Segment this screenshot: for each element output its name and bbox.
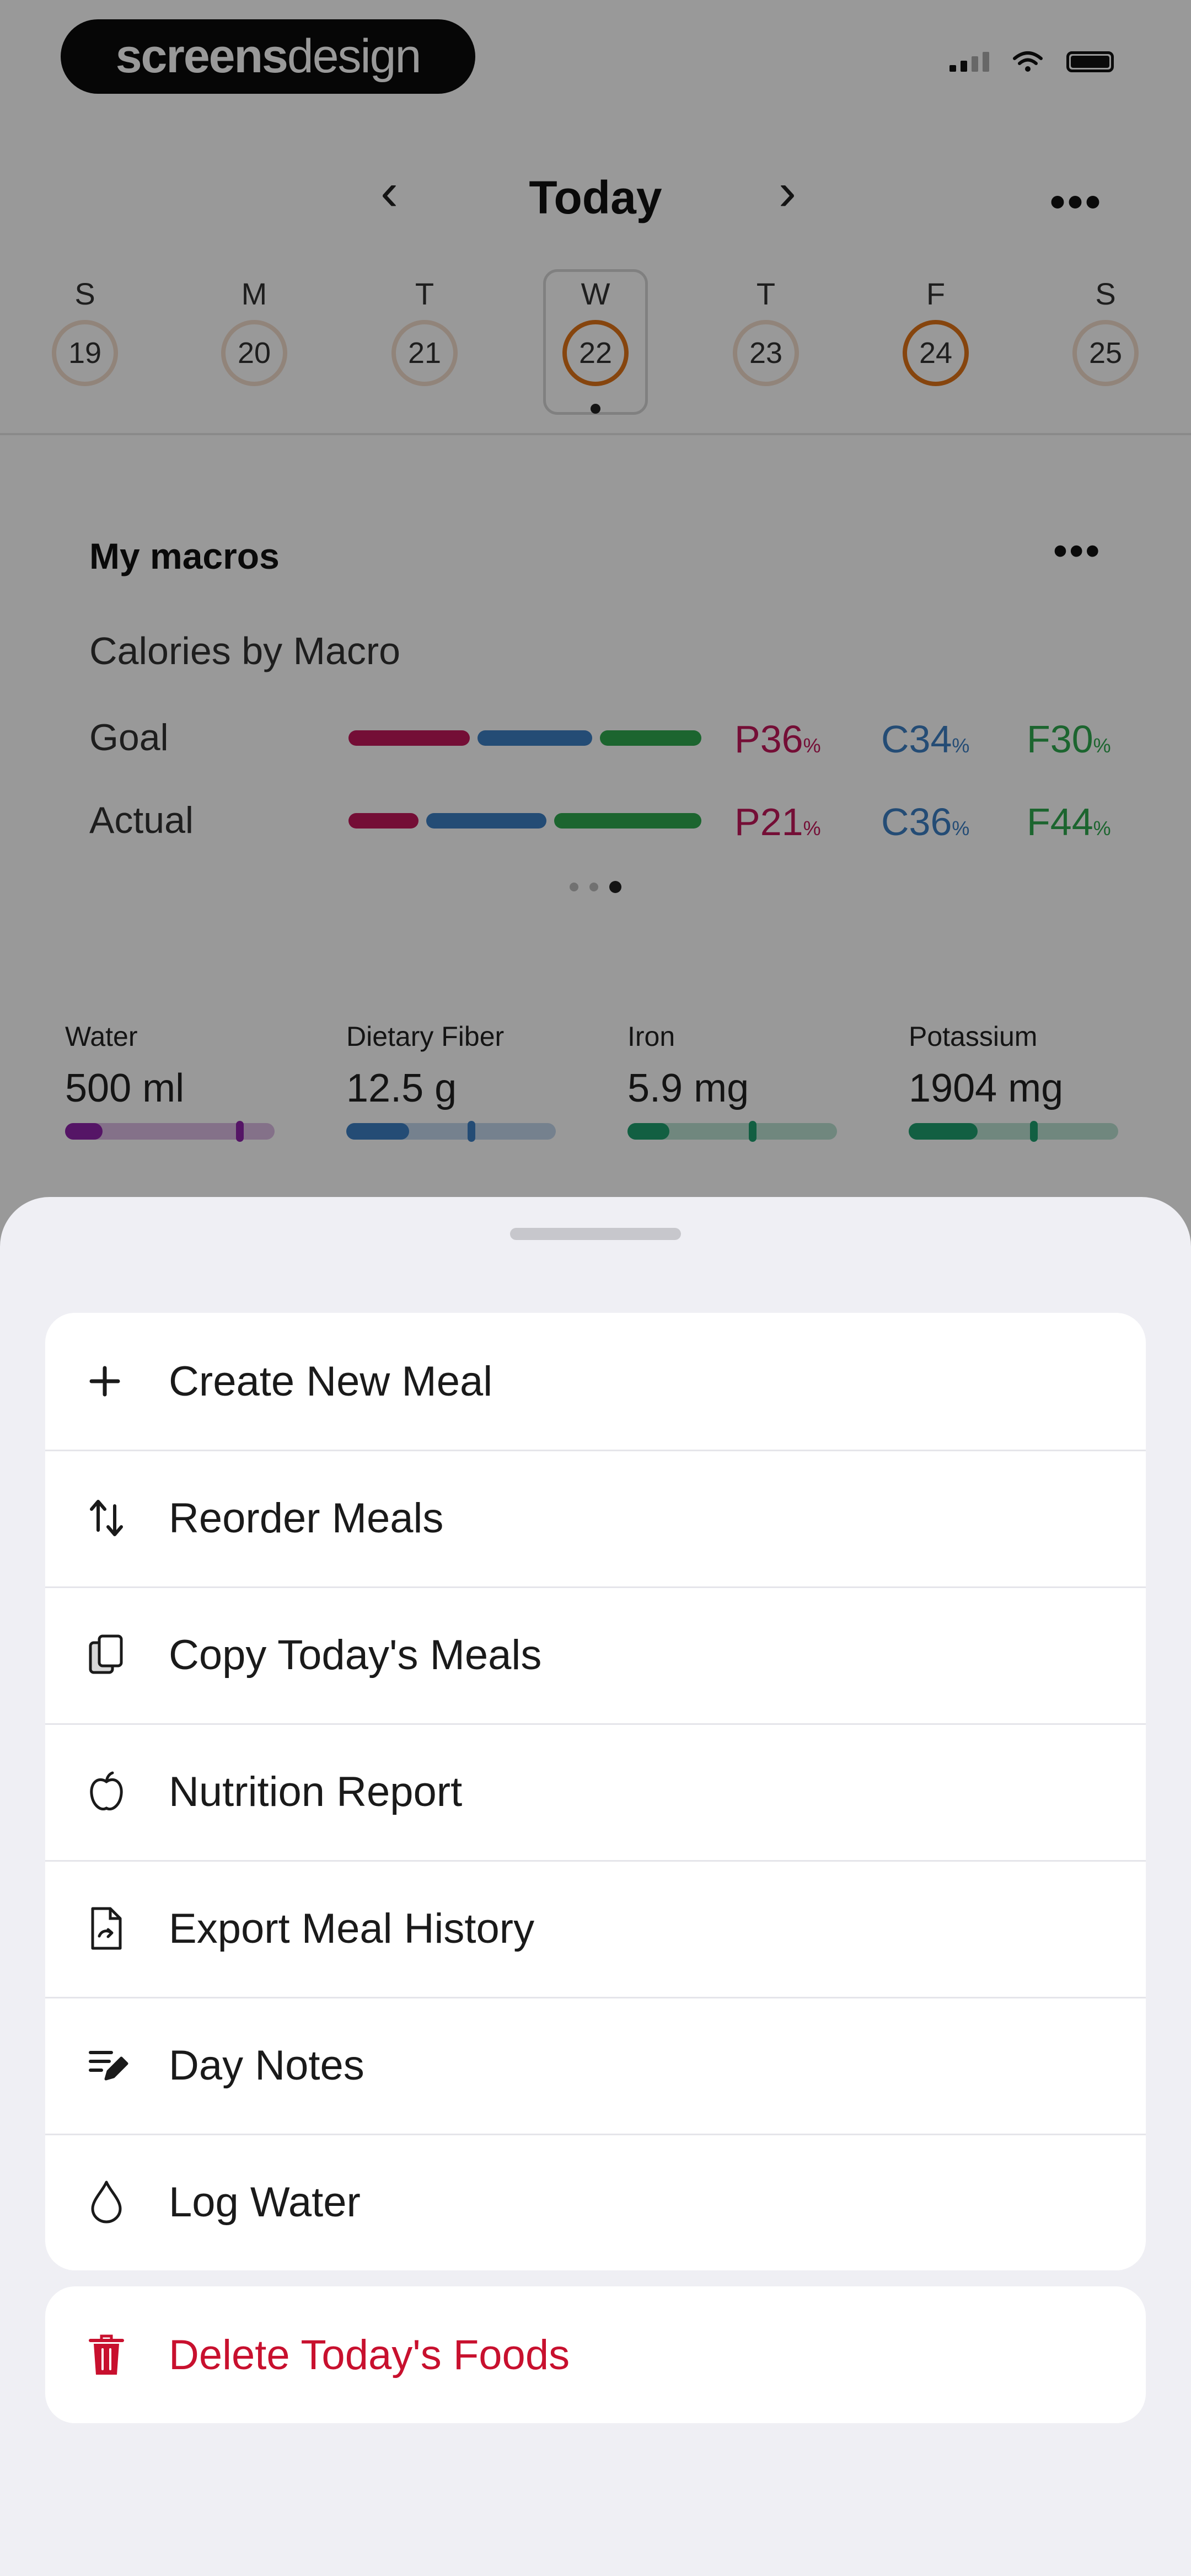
export-meal-history-item[interactable]: Export Meal History <box>45 1860 1146 1997</box>
actions-bottom-sheet: Create New Meal Reorder Meals Copy Today… <box>0 1197 1191 2576</box>
item-label: Log Water <box>169 2178 361 2226</box>
log-water-item[interactable]: Log Water <box>45 2134 1146 2270</box>
item-label: Copy Today's Meals <box>169 1631 542 1679</box>
actions-group: Create New Meal Reorder Meals Copy Today… <box>45 1313 1146 2270</box>
export-document-icon <box>87 1905 155 1952</box>
nutrition-report-item[interactable]: Nutrition Report <box>45 1723 1146 1860</box>
delete-todays-foods-item[interactable]: Delete Today's Foods <box>45 2286 1146 2423</box>
trash-icon <box>87 2332 155 2378</box>
water-drop-icon <box>87 2179 155 2225</box>
copy-icon <box>87 1633 155 1677</box>
notes-pencil-icon <box>87 2046 155 2085</box>
item-label: Day Notes <box>169 2041 364 2089</box>
item-label: Create New Meal <box>169 1358 493 1405</box>
plus-icon <box>87 1364 155 1399</box>
app-screen: screens design ‹ Today › ••• S 19 M 20 T … <box>0 0 1191 2576</box>
reorder-meals-item[interactable]: Reorder Meals <box>45 1450 1146 1586</box>
day-notes-item[interactable]: Day Notes <box>45 1997 1146 2134</box>
sheet-grabber[interactable] <box>510 1228 681 1240</box>
item-label: Export Meal History <box>169 1905 535 1952</box>
danger-group: Delete Today's Foods <box>45 2286 1146 2423</box>
item-label: Delete Today's Foods <box>169 2331 570 2379</box>
item-label: Reorder Meals <box>169 1494 444 1542</box>
item-label: Nutrition Report <box>169 1768 463 1815</box>
create-new-meal-item[interactable]: Create New Meal <box>45 1313 1146 1450</box>
reorder-arrows-icon <box>87 1496 155 1540</box>
copy-todays-meals-item[interactable]: Copy Today's Meals <box>45 1586 1146 1723</box>
apple-icon <box>87 1770 155 1814</box>
